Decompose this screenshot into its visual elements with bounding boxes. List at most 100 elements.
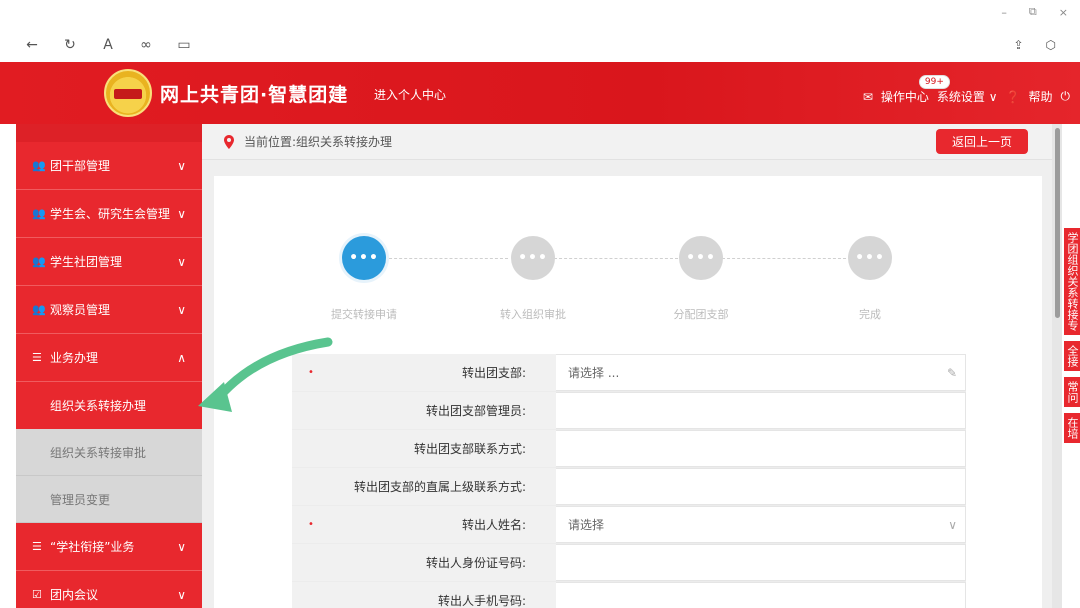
field-label: 转出团支部管理员:: [425, 404, 526, 418]
field-label: 转出人身份证号码:: [425, 556, 526, 570]
users-icon: 👥: [32, 255, 46, 268]
users-icon: 👥: [32, 159, 46, 172]
scrollbar[interactable]: [1052, 124, 1062, 608]
chevron-down-icon: ∨: [177, 254, 186, 269]
step-done: ••• 完成: [810, 236, 930, 322]
transfer-form: • 转出团支部: 请选择 ... ✎ 转出团支部管理员: 转出团支部联系方式: 转出…: [292, 354, 966, 608]
edit-icon[interactable]: ✎: [947, 366, 957, 380]
list-icon: ☰: [32, 351, 42, 364]
chevron-down-icon: ∨: [177, 587, 186, 602]
users-icon: 👥: [32, 207, 46, 220]
share-icon[interactable]: ⇪: [1013, 38, 1023, 52]
ops-center-link[interactable]: 操作中心 99+: [880, 75, 950, 105]
chevron-down-icon: ∨: [177, 539, 186, 554]
window-controls: – ⧉ ×: [1001, 0, 1080, 24]
id-number-field[interactable]: [556, 544, 966, 581]
breadcrumb-text: 当前位置:组织关系转接办理: [244, 135, 393, 149]
step-indicator: •••: [511, 236, 555, 280]
form-row-contact: 转出团支部联系方式:: [292, 430, 966, 468]
field-label: 转出团支部的直属上级联系方式:: [353, 480, 526, 494]
ops-center-label: 操作中心: [880, 90, 929, 104]
contact-field[interactable]: [556, 430, 966, 467]
sidebar-item-school-link[interactable]: ☰ “学社衔接”业务 ∨: [16, 523, 202, 571]
settings-link[interactable]: 系统设置 ∨: [937, 88, 998, 105]
app-header: 网上共青团·智慧团建 进入个人中心 ✉ 操作中心 99+ 系统设置 ∨ ❓ 帮助…: [0, 62, 1080, 124]
mail-icon: ✉: [862, 89, 873, 104]
list-icon: ☰: [32, 540, 42, 553]
notification-badge: 99+: [918, 75, 950, 89]
form-row-id: 转出人身份证号码:: [292, 544, 966, 582]
superior-contact-field[interactable]: [556, 468, 966, 505]
progress-steps: ••• 提交转接申请 ••• 转入组织审批 ••• 分配团支部 ••• 完成: [304, 236, 904, 321]
scrollbar-thumb[interactable]: [1055, 128, 1060, 318]
step-approve: ••• 转入组织审批: [473, 236, 593, 322]
float-tab[interactable]: 全接: [1064, 341, 1080, 371]
step-label: 提交转接申请: [331, 308, 397, 321]
step-label: 转入组织审批: [500, 308, 566, 321]
form-row-name: • 转出人姓名: 请选择 ∨: [292, 506, 966, 544]
help-icon: ❓: [1005, 89, 1021, 104]
back-button[interactable]: 返回上一页: [936, 129, 1028, 154]
sidebar-subitem-transfer[interactable]: 组织关系转接办理: [16, 382, 202, 429]
phone-field[interactable]: [556, 582, 966, 608]
field-label: 转出团支部联系方式:: [413, 442, 526, 456]
tab-icon[interactable]: ▭: [176, 37, 192, 53]
required-marker: •: [308, 519, 314, 530]
check-icon: ☑: [32, 588, 42, 601]
back-icon[interactable]: ←: [24, 37, 40, 53]
main-content: 当前位置:组织关系转接办理 返回上一页 ••• 提交转接申请 ••• 转入组织审…: [202, 124, 1052, 608]
form-row-branch: • 转出团支部: 请选择 ... ✎: [292, 354, 966, 392]
power-icon[interactable]: ⏻: [1061, 89, 1071, 104]
sidebar: 👥 团干部管理 ∨ 👥 学生会、研究生会管理 ∨ 👥 学生社团管理 ∨ 👥 观察员管理 ∨ ☰ 业…: [16, 124, 202, 608]
sidebar-item-student-union[interactable]: 👥 学生会、研究生会管理 ∨: [16, 190, 202, 238]
help-link[interactable]: 帮助: [1028, 88, 1052, 105]
admin-field[interactable]: [556, 392, 966, 429]
floating-tabs: 学团组织关系转接专 全接 常问 在培: [1064, 228, 1080, 449]
sidebar-subitem-approval[interactable]: 组织关系转接审批: [16, 429, 202, 476]
float-tab[interactable]: 常问: [1064, 377, 1080, 407]
chevron-down-icon: ∨: [177, 302, 186, 317]
step-indicator: •••: [342, 236, 386, 280]
chevron-up-icon: ∧: [177, 350, 186, 365]
reload-icon[interactable]: ↻: [62, 37, 78, 53]
field-label: 转出人手机号码:: [437, 594, 526, 608]
field-label: 转出团支部:: [461, 366, 526, 380]
chevron-down-icon: ∨: [948, 517, 957, 532]
chevron-down-icon: ∨: [177, 158, 186, 173]
chevron-down-icon: ∨: [177, 206, 186, 221]
step-indicator: •••: [848, 236, 892, 280]
breadcrumb: 当前位置:组织关系转接办理: [202, 124, 1052, 160]
restore-icon[interactable]: ⧉: [1029, 5, 1037, 19]
sidebar-subitem-admin-change[interactable]: 管理员变更: [16, 476, 202, 523]
users-icon: 👥: [32, 303, 46, 316]
league-logo: [104, 69, 152, 117]
sidebar-item-meetings[interactable]: ☑ 团内会议 ∨: [16, 571, 202, 608]
sidebar-item-business[interactable]: ☰ 业务办理 ∧: [16, 334, 202, 382]
close-icon[interactable]: ×: [1059, 6, 1068, 19]
brand-title: 网上共青团·智慧团建: [160, 84, 349, 106]
required-marker: •: [308, 367, 314, 378]
branch-select[interactable]: 请选择 ... ✎: [556, 354, 966, 391]
step-submit: ••• 提交转接申请: [304, 236, 424, 322]
form-row-superior-contact: 转出团支部的直属上级联系方式:: [292, 468, 966, 506]
step-label: 完成: [859, 308, 881, 321]
sidebar-item-observers[interactable]: 👥 观察员管理 ∨: [16, 286, 202, 334]
field-label: 转出人姓名:: [461, 518, 526, 532]
minimize-icon[interactable]: –: [1001, 6, 1007, 19]
form-row-phone: 转出人手机号码:: [292, 582, 966, 608]
browser-toolbar: ← ↻ A ∞ ▭ ⇪ ⬡: [0, 28, 1080, 62]
step-indicator: •••: [679, 236, 723, 280]
location-pin-icon: [224, 134, 234, 149]
personal-center-link[interactable]: 进入个人中心: [374, 86, 446, 103]
sidebar-item-cadre[interactable]: 👥 团干部管理 ∨: [16, 142, 202, 190]
float-tab[interactable]: 学团组织关系转接专: [1064, 228, 1080, 335]
reader-icon[interactable]: A: [100, 37, 116, 53]
name-select[interactable]: 请选择 ∨: [556, 506, 966, 543]
sidebar-item-clubs[interactable]: 👥 学生社团管理 ∨: [16, 238, 202, 286]
step-label: 分配团支部: [673, 308, 729, 321]
link-icon[interactable]: ∞: [138, 37, 154, 53]
extensions-icon[interactable]: ⬡: [1046, 38, 1056, 52]
form-row-admin: 转出团支部管理员:: [292, 392, 966, 430]
float-tab[interactable]: 在培: [1064, 413, 1080, 443]
form-card: ••• 提交转接申请 ••• 转入组织审批 ••• 分配团支部 ••• 完成 •…: [214, 176, 1042, 608]
